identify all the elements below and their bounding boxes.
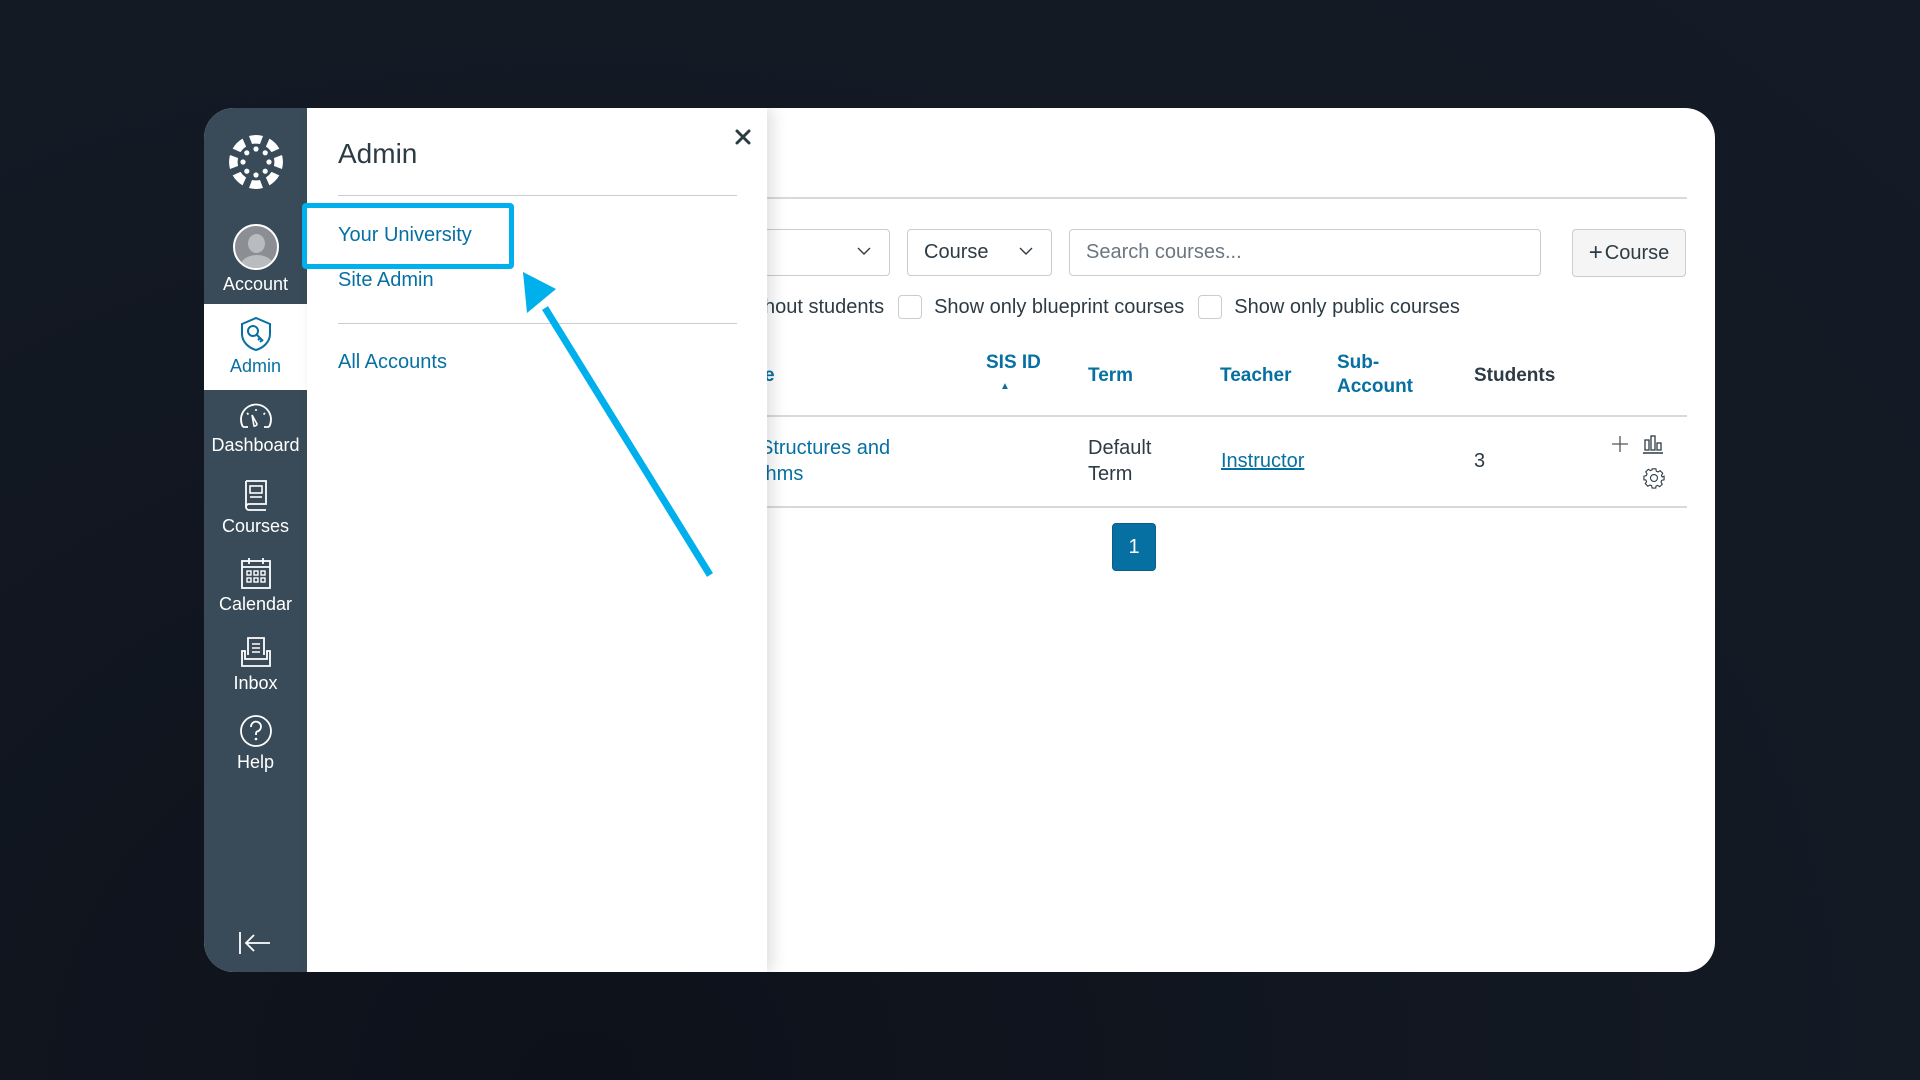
tray-link-site-admin[interactable]: Site Admin bbox=[338, 269, 434, 292]
sort-ascending-icon: ▲ bbox=[1000, 381, 1010, 392]
book-icon bbox=[244, 480, 267, 511]
checkbox-label-public: Show only public courses bbox=[1234, 295, 1460, 318]
nav-dashboard-label: Dashboard bbox=[211, 435, 300, 455]
header-divider bbox=[624, 197, 1687, 199]
nav-dashboard[interactable]: Dashboard bbox=[204, 403, 307, 456]
teacher-link[interactable]: Instructor bbox=[1221, 448, 1304, 474]
canvas-logo-icon[interactable] bbox=[228, 134, 284, 190]
table-row-divider bbox=[624, 506, 1687, 508]
course-type-select[interactable]: Course bbox=[907, 229, 1052, 276]
close-icon[interactable] bbox=[730, 124, 756, 150]
question-circle-icon bbox=[239, 715, 272, 747]
collapse-arrow-icon[interactable] bbox=[237, 930, 273, 956]
course-term: Default Term bbox=[1088, 435, 1151, 487]
nav-calendar-label: Calendar bbox=[218, 594, 293, 614]
nav-admin-label: Admin bbox=[229, 356, 282, 376]
add-course-label: Course bbox=[1604, 241, 1670, 264]
nav-admin[interactable]: Admin bbox=[204, 304, 307, 390]
sis-id-label: SIS ID bbox=[986, 352, 1041, 373]
column-header-term[interactable]: Term bbox=[1088, 364, 1133, 388]
pagination-page-1[interactable]: 1 bbox=[1112, 523, 1156, 571]
column-header-teacher[interactable]: Teacher bbox=[1220, 364, 1291, 388]
chevron-down-icon bbox=[1019, 247, 1033, 255]
nav-courses[interactable]: Courses bbox=[204, 478, 307, 537]
nav-help[interactable]: Help bbox=[204, 714, 307, 773]
search-courses-input[interactable] bbox=[1069, 229, 1541, 276]
speedometer-icon bbox=[239, 403, 272, 428]
tray-divider bbox=[338, 195, 737, 196]
nav-inbox[interactable]: Inbox bbox=[204, 635, 307, 694]
add-course-button[interactable]: + Course bbox=[1572, 229, 1686, 277]
column-header-sis-id[interactable]: SIS ID ▲ bbox=[986, 351, 1041, 399]
add-user-icon[interactable] bbox=[1610, 434, 1630, 454]
tray-divider bbox=[338, 323, 737, 324]
highlight-box bbox=[302, 203, 514, 269]
nav-account[interactable]: Account bbox=[204, 224, 307, 295]
plus-icon: + bbox=[1588, 239, 1603, 266]
course-name-line2: thms bbox=[760, 463, 804, 485]
shield-key-icon bbox=[240, 316, 271, 352]
course-name-line1: Structures and bbox=[760, 437, 891, 459]
nav-account-label: Account bbox=[222, 274, 289, 294]
column-header-students: Students bbox=[1474, 365, 1556, 386]
tray-title: Admin bbox=[338, 138, 418, 169]
checkbox-public[interactable] bbox=[1198, 295, 1223, 319]
term-line2: Term bbox=[1088, 463, 1133, 485]
statistics-icon[interactable] bbox=[1642, 433, 1664, 455]
chevron-down-icon bbox=[857, 247, 871, 255]
course-type-select-value: Course bbox=[924, 241, 989, 263]
nav-inbox-label: Inbox bbox=[233, 673, 278, 693]
checkbox-label-blueprint: Show only blueprint courses bbox=[934, 295, 1185, 318]
tray-link-all-accounts[interactable]: All Accounts bbox=[338, 351, 447, 374]
checkbox-blueprint[interactable] bbox=[898, 295, 923, 319]
term-line1: Default bbox=[1088, 437, 1152, 459]
nav-calendar[interactable]: Calendar bbox=[204, 556, 307, 615]
course-name-link[interactable]: Structures and thms bbox=[760, 435, 890, 487]
column-header-subaccount[interactable]: Sub- Account bbox=[1337, 351, 1413, 399]
nav-courses-label: Courses bbox=[221, 516, 290, 536]
nav-help-label: Help bbox=[236, 752, 275, 772]
checkbox-label-without-students: hout students bbox=[764, 295, 885, 318]
avatar-icon bbox=[232, 224, 279, 270]
global-navigation: Account Admin Dashboard Courses Calendar… bbox=[204, 108, 307, 972]
subaccount-label-line1: Sub- bbox=[1337, 352, 1380, 373]
settings-gear-icon[interactable] bbox=[1643, 467, 1665, 489]
calendar-icon bbox=[240, 558, 271, 589]
subaccount-label-line2: Account bbox=[1337, 376, 1413, 397]
inbox-icon bbox=[240, 637, 271, 667]
student-count: 3 bbox=[1474, 450, 1486, 472]
table-header-divider bbox=[624, 415, 1687, 417]
